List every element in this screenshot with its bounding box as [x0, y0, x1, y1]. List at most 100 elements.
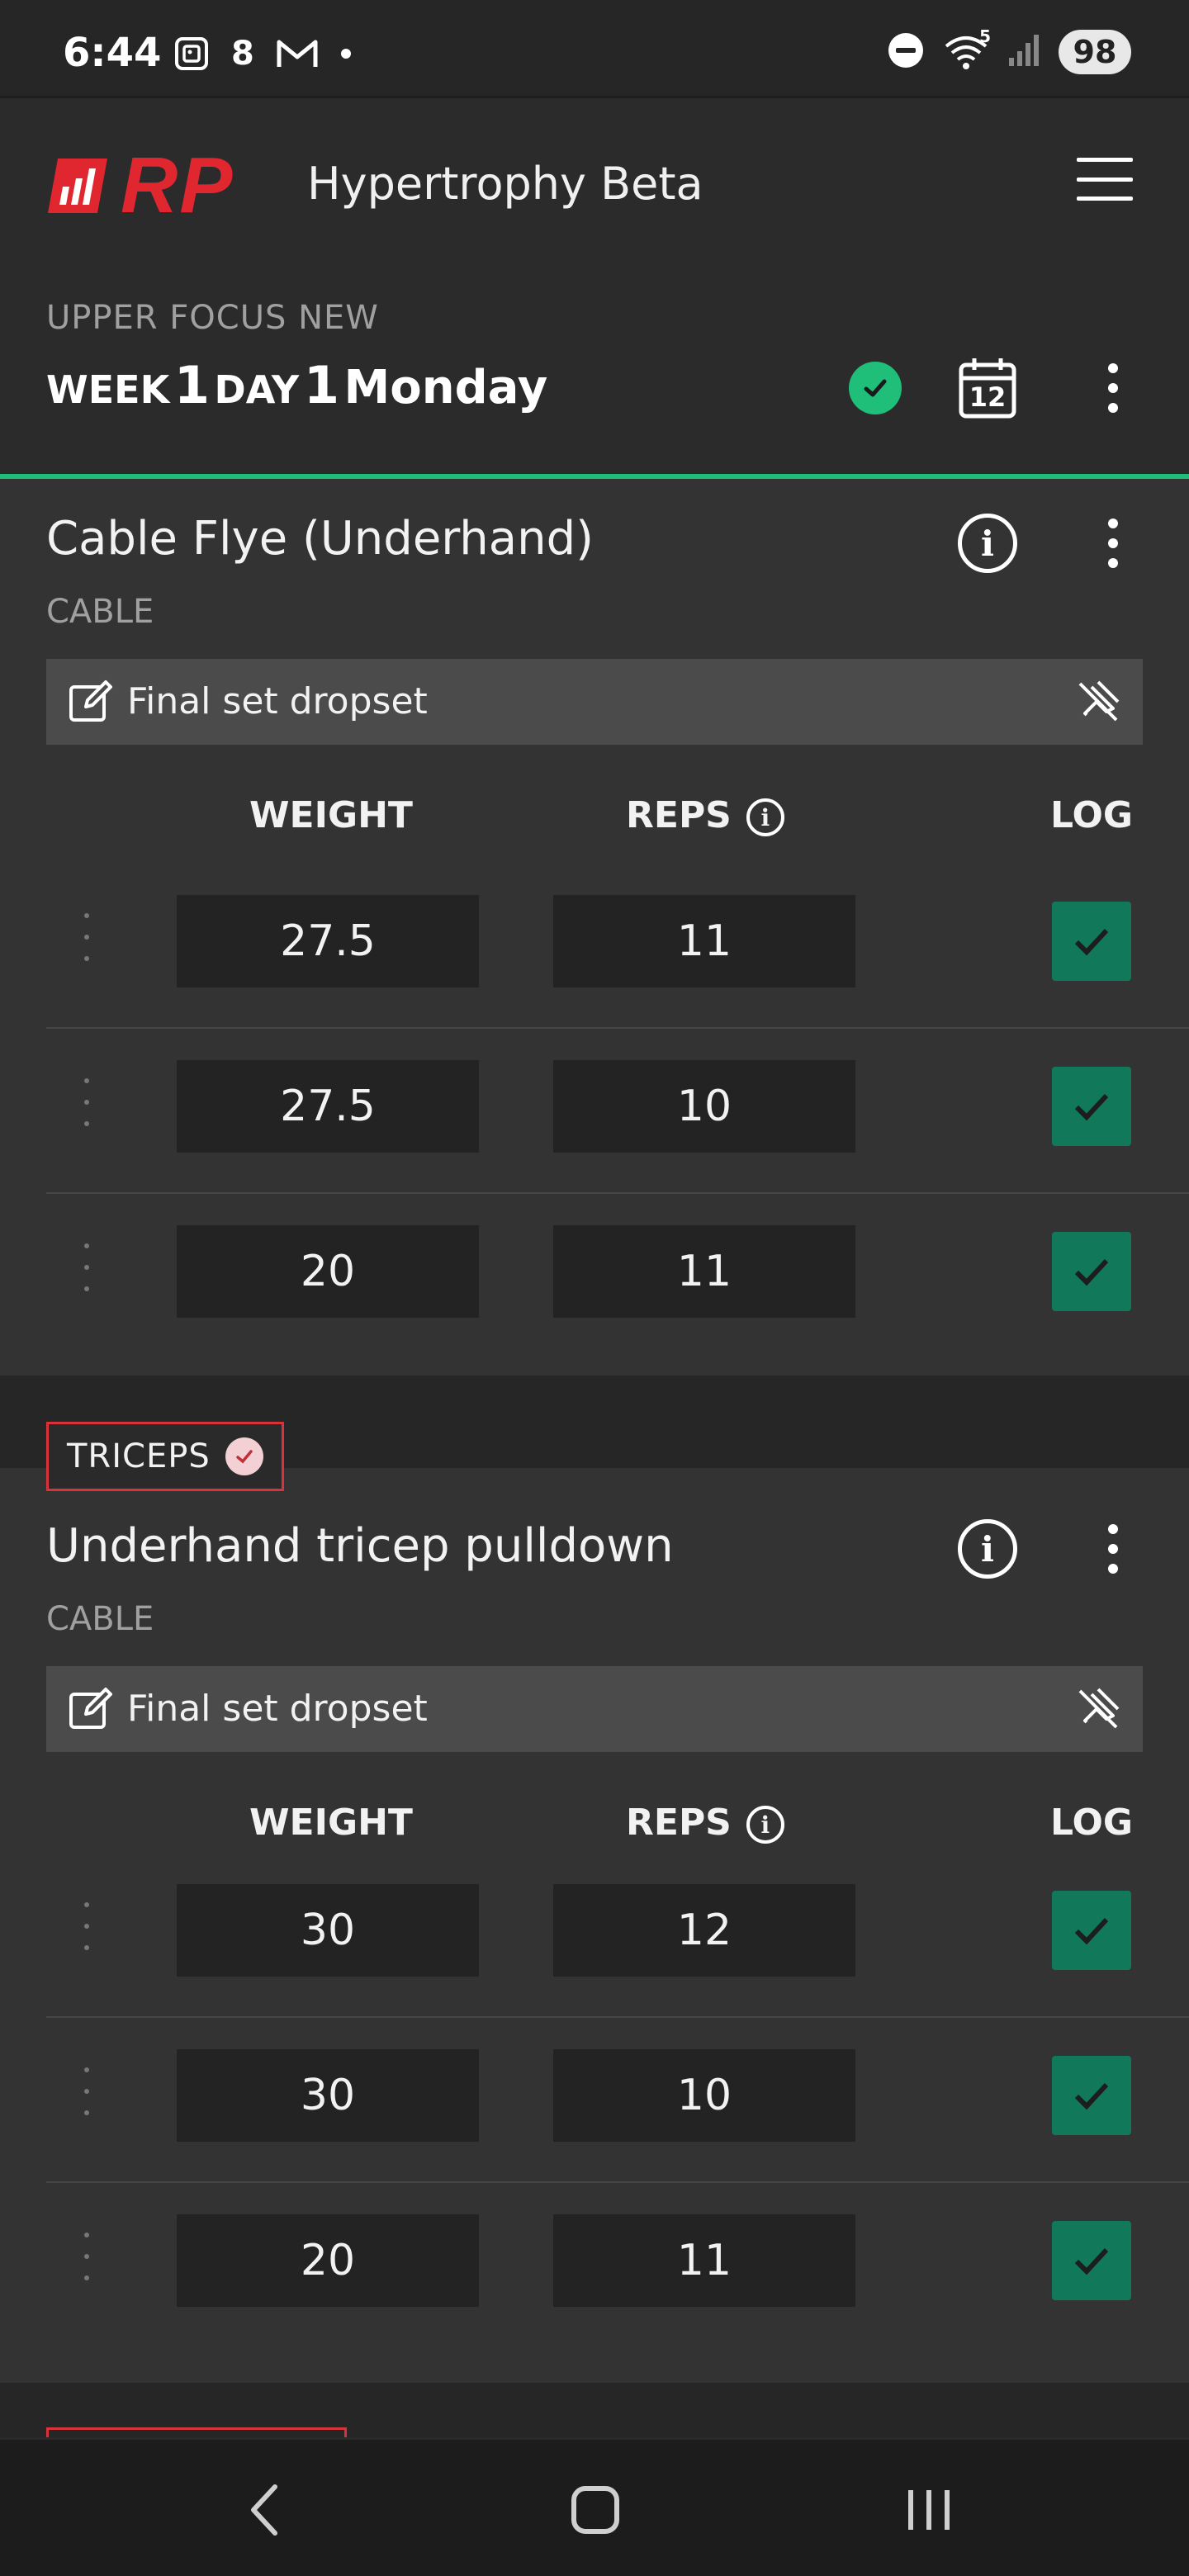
note-text: Final set dropset: [127, 680, 428, 722]
dot-indicator-icon: [340, 48, 352, 59]
edit-icon: [69, 680, 112, 722]
status-bar: 6:44 8 5 98: [0, 0, 1189, 96]
system-nav-bar: [0, 2437, 1189, 2576]
log-checkbox[interactable]: [1052, 1891, 1131, 1970]
more-vertical-icon: [1108, 363, 1118, 373]
check-icon: [1074, 1917, 1109, 1945]
exercise-note[interactable]: Final set dropset: [46, 659, 1143, 745]
app-logo: RP: [46, 146, 234, 225]
weight-input[interactable]: 27.5: [177, 1060, 479, 1153]
hamburger-icon: [1077, 158, 1133, 162]
muscle-complete-icon: [225, 1437, 263, 1475]
signal-icon: [1007, 33, 1040, 71]
exercise-options-button[interactable]: [1097, 1518, 1130, 1580]
log-checkbox[interactable]: [1052, 1232, 1131, 1311]
set-row: 27.5 11: [46, 864, 1189, 1029]
app-title: Hypertrophy Beta: [307, 158, 703, 210]
section-divider: [0, 2383, 1189, 2437]
log-column-header: LOG: [1050, 794, 1133, 836]
log-checkbox[interactable]: [1052, 902, 1131, 981]
edit-icon: [69, 1688, 112, 1729]
set-row: 20 11: [46, 2183, 1189, 2348]
drag-handle-icon[interactable]: [84, 2233, 92, 2280]
exercise-card: Cable Flye (Underhand) CABLE i Final set…: [0, 479, 1189, 1376]
notification-count: 8: [231, 35, 254, 73]
workout-day-title: WEEK 1 DAY 1 Monday: [46, 355, 548, 415]
gmail-icon: [276, 37, 319, 70]
recents-button[interactable]: [892, 2473, 966, 2547]
unpin-icon[interactable]: [1075, 679, 1121, 725]
exercise-info-button[interactable]: i: [958, 1519, 1017, 1579]
reps-input[interactable]: 12: [553, 1884, 855, 1977]
weight-input[interactable]: 27.5: [177, 895, 479, 987]
check-icon: [1074, 1258, 1109, 1286]
exercise-info-button[interactable]: i: [958, 514, 1017, 573]
rp-logo-icon: [48, 159, 107, 213]
reps-input[interactable]: 11: [553, 895, 855, 987]
workout-complete-icon: [849, 362, 902, 414]
set-row: 20 11: [46, 1194, 1189, 1359]
weight-column-header: WEIGHT: [249, 1802, 413, 1844]
battery-indicator: 98: [1059, 30, 1131, 74]
unpin-icon[interactable]: [1075, 1686, 1121, 1732]
workout-options-button[interactable]: [1097, 357, 1130, 419]
exercise-note[interactable]: Final set dropset: [46, 1666, 1143, 1752]
home-button[interactable]: [558, 2473, 632, 2547]
muscle-group-tag: TRICEPS: [46, 1422, 284, 1491]
log-column-header: LOG: [1050, 1802, 1133, 1844]
logo-wordmark: RP: [121, 141, 234, 230]
drag-handle-icon[interactable]: [84, 1243, 92, 1291]
back-icon: [251, 2484, 277, 2536]
reps-input[interactable]: 10: [553, 2049, 855, 2142]
reps-column-header: REPS i: [626, 794, 784, 836]
weight-input[interactable]: 30: [177, 2049, 479, 2142]
exercise-equipment: CABLE: [46, 1600, 154, 1638]
check-icon: [1074, 2247, 1109, 2275]
drag-handle-icon[interactable]: [84, 913, 92, 961]
reps-input[interactable]: 10: [553, 1060, 855, 1153]
reps-info-icon[interactable]: i: [746, 1806, 784, 1844]
note-text: Final set dropset: [127, 1688, 428, 1730]
home-icon: [571, 2486, 619, 2534]
workout-header: UPPER FOCUS NEW WEEK 1 DAY 1 Monday 12: [0, 264, 1189, 477]
back-button[interactable]: [228, 2473, 302, 2547]
check-icon: [1074, 2082, 1109, 2110]
more-vertical-icon: [1108, 519, 1118, 528]
wifi-badge: 5: [979, 26, 991, 46]
info-icon: i: [981, 1528, 994, 1570]
exercise-options-button[interactable]: [1097, 512, 1130, 575]
weight-input[interactable]: 20: [177, 2214, 479, 2307]
menu-button[interactable]: [1077, 158, 1133, 201]
calendar-day: 12: [969, 381, 1007, 413]
status-right-icons: 5 98: [887, 26, 1131, 74]
muscle-group-label: TRICEPS: [67, 1437, 211, 1475]
set-row: 27.5 10: [46, 1029, 1189, 1194]
exercise-equipment: CABLE: [46, 593, 154, 631]
drag-handle-icon[interactable]: [84, 1902, 92, 1950]
log-checkbox[interactable]: [1052, 1067, 1131, 1146]
drag-handle-icon[interactable]: [84, 2067, 92, 2115]
status-left-icons: 8: [173, 35, 352, 73]
wifi-icon: 5: [943, 26, 991, 71]
weight-input[interactable]: 20: [177, 1225, 479, 1318]
drag-handle-icon[interactable]: [84, 1078, 92, 1126]
set-row: 30 10: [46, 2018, 1189, 2183]
reps-input[interactable]: 11: [553, 1225, 855, 1318]
do-not-disturb-icon: [887, 31, 925, 73]
exercise-card: Underhand tricep pulldown CABLE i Final …: [0, 1468, 1189, 2383]
calendar-button[interactable]: 12: [958, 357, 1017, 419]
check-icon: [1074, 1093, 1109, 1121]
set-row: 30 12: [46, 1853, 1189, 2018]
weight-input[interactable]: 30: [177, 1884, 479, 1977]
log-checkbox[interactable]: [1052, 2056, 1131, 2135]
log-checkbox[interactable]: [1052, 2221, 1131, 2300]
check-icon: [1074, 928, 1109, 956]
reps-input[interactable]: 11: [553, 2214, 855, 2307]
weight-column-header: WEIGHT: [249, 794, 413, 836]
exercise-name: Cable Flye (Underhand): [46, 512, 594, 566]
exercise-name: Underhand tricep pulldown: [46, 1519, 674, 1573]
status-time: 6:44: [63, 30, 162, 76]
reps-column-header: REPS i: [626, 1802, 784, 1844]
next-muscle-tag: [46, 2427, 347, 2437]
reps-info-icon[interactable]: i: [746, 798, 784, 836]
